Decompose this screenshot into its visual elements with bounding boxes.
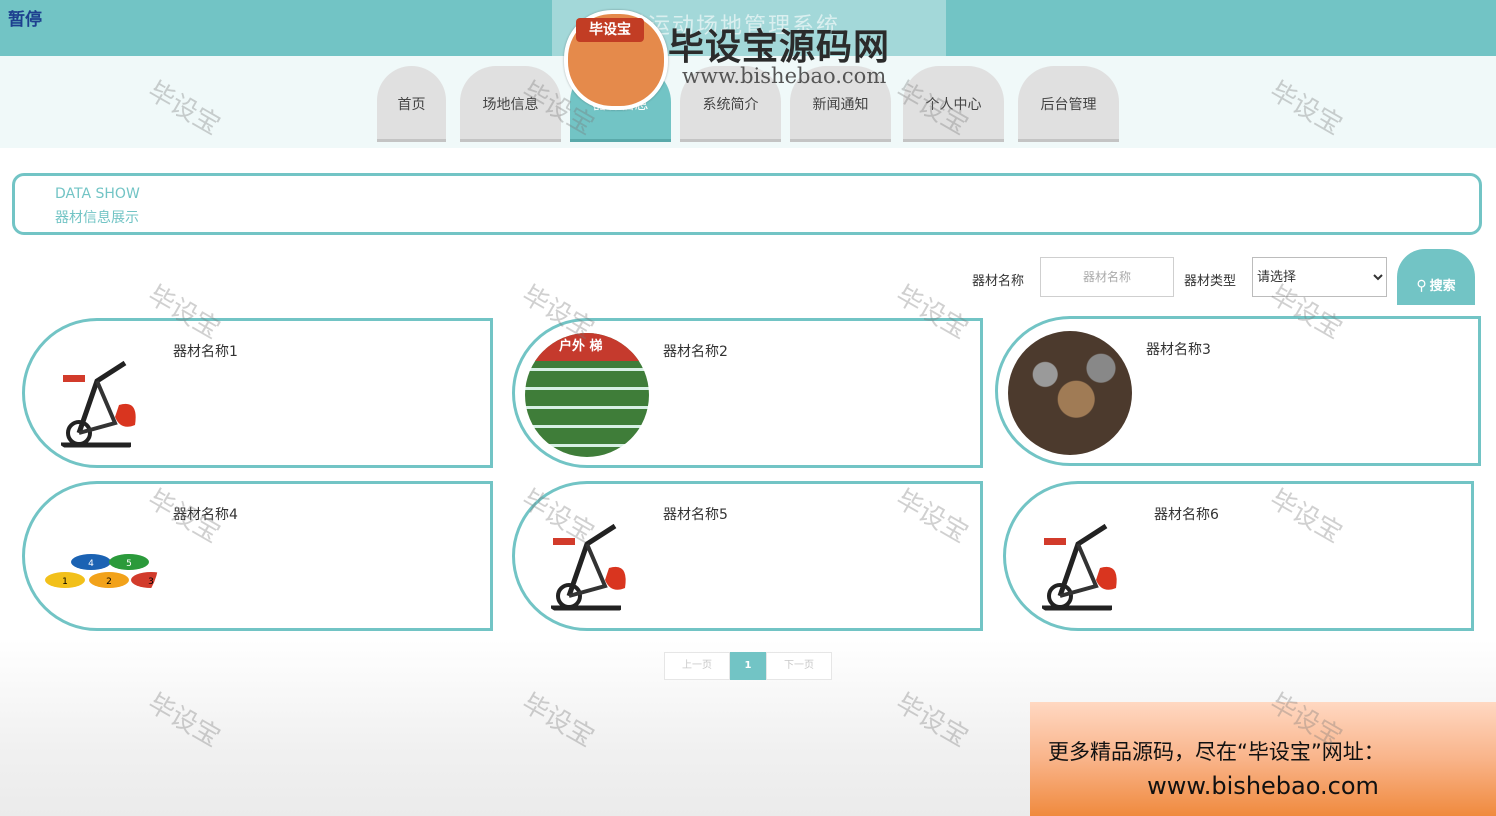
equipment-name[interactable]: 器材名称3: [1146, 339, 1211, 359]
equipment-name[interactable]: 器材名称1: [173, 341, 238, 361]
equipment-name[interactable]: 器材名称4: [173, 504, 238, 524]
promo-url[interactable]: www.bishebao.com: [1030, 772, 1496, 800]
equipment-name[interactable]: 器材名称5: [663, 504, 728, 524]
nav-label: 场地信息: [482, 97, 539, 113]
equipment-name[interactable]: 器材名称6: [1154, 504, 1219, 524]
markers-drawing: 4 5 1 2 3: [45, 554, 159, 588]
exercise-bike-image[interactable]: [1016, 496, 1140, 620]
name-label: 器材名称: [972, 274, 1025, 289]
equipment-card[interactable]: 户外 梯 器材名称2: [512, 318, 983, 468]
gym-equipment-image[interactable]: [1008, 331, 1132, 455]
equipment-card[interactable]: 器材名称3: [995, 316, 1481, 466]
nav-label: 后台管理: [1040, 97, 1097, 113]
equipment-card[interactable]: 器材名称6: [1003, 481, 1474, 631]
type-select[interactable]: 请选择: [1252, 257, 1387, 297]
field-tag-text: 户外 梯: [559, 339, 603, 354]
nav-venue-info[interactable]: 场地信息: [460, 66, 561, 142]
marker-number: 1: [62, 577, 68, 587]
type-label: 器材类型: [1184, 274, 1237, 289]
promo-line-1: 更多精品源码，尽在“毕设宝”网址：: [1048, 740, 1385, 764]
section-title-cn: 器材信息展示: [55, 210, 139, 226]
equipment-card[interactable]: 器材名称5: [512, 481, 983, 631]
exercise-bike-image[interactable]: [525, 496, 649, 620]
section-title-en: DATA SHOW: [55, 186, 140, 202]
logo-url: www.bishebao.com: [682, 64, 887, 88]
logo-badge: 毕设宝: [576, 18, 644, 42]
field-tag: 户外 梯: [525, 333, 649, 361]
equipment-name[interactable]: 器材名称2: [663, 341, 728, 361]
logo-name: 毕设宝源码网: [668, 27, 891, 68]
search-button-label: 搜索: [1429, 279, 1456, 294]
nav-label: 首页: [397, 97, 426, 113]
current-page[interactable]: 1: [730, 652, 766, 680]
marker-number: 5: [126, 559, 132, 569]
data-show-banner: DATA SHOW 器材信息展示: [12, 173, 1482, 235]
floor-markers-image[interactable]: 4 5 1 2 3: [35, 496, 159, 620]
search-button[interactable]: ⚲ 搜索: [1397, 249, 1475, 305]
exercise-bike-image[interactable]: [35, 333, 159, 457]
nav-personal-center[interactable]: 个人中心: [903, 66, 1004, 142]
marker-number: 2: [106, 577, 112, 587]
watermark: 毕设宝: [516, 688, 600, 754]
bike-drawing: [551, 523, 626, 611]
nav-admin[interactable]: 后台管理: [1018, 66, 1119, 142]
nav-label: 个人中心: [925, 97, 982, 113]
prev-page-button[interactable]: 上一页: [664, 652, 730, 680]
bike-drawing: [1042, 523, 1117, 611]
next-page-button[interactable]: 下一页: [766, 652, 832, 680]
search-icon: ⚲: [1416, 278, 1427, 294]
watermark: 毕设宝: [142, 688, 226, 754]
nav-home[interactable]: 首页: [377, 66, 446, 142]
name-search-input[interactable]: [1040, 257, 1174, 297]
promo-banner[interactable]: 更多精品源码，尽在“毕设宝”网址： www.bishebao.com: [1030, 702, 1496, 816]
nav-label: 系统简介: [702, 97, 759, 113]
bike-drawing: [61, 360, 136, 448]
equipment-card[interactable]: 4 5 1 2 3 器材名称4: [22, 481, 493, 631]
nav-label: 新闻通知: [812, 97, 869, 113]
agility-ladder-image[interactable]: 户外 梯: [525, 333, 649, 457]
watermark: 毕设宝: [890, 688, 974, 754]
marker-number: 3: [148, 577, 154, 587]
pause-label[interactable]: 暂停: [8, 5, 42, 30]
equipment-card[interactable]: 器材名称1: [22, 318, 493, 468]
marker-number: 4: [88, 559, 94, 569]
